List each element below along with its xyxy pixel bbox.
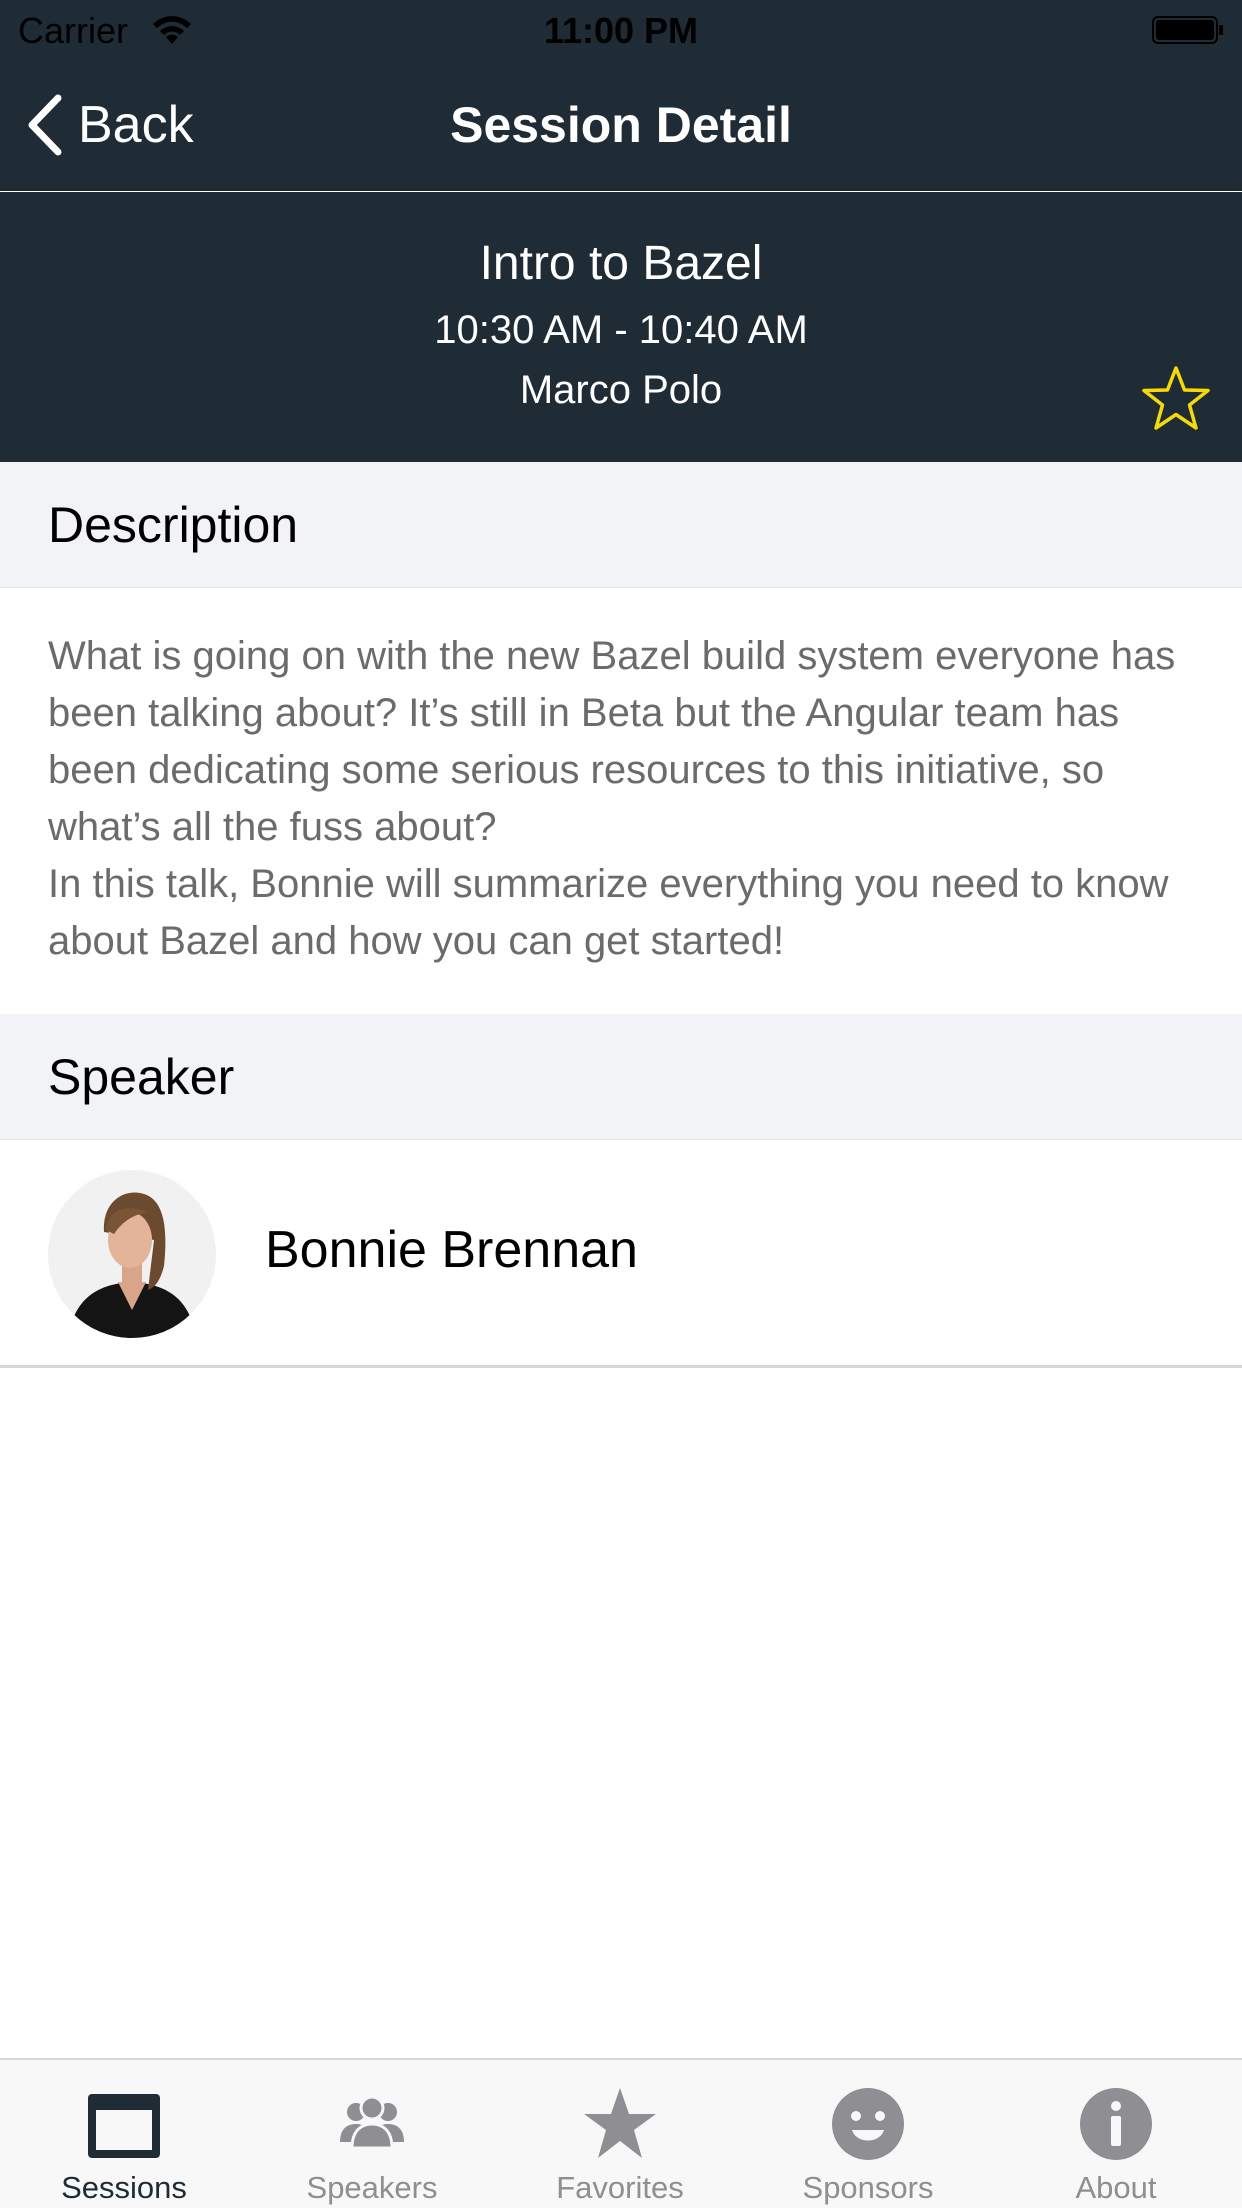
tab-label: Sessions [61,2170,187,2205]
battery-icon [1152,16,1223,44]
tab-speakers[interactable]: Speakers [248,2060,496,2208]
speaker-list-item[interactable]: Bonnie Brennan [0,1140,1242,1368]
session-title: Intro to Bazel [479,237,763,290]
people-icon [340,2095,404,2150]
session-time: 10:30 AM - 10:40 AM [434,308,808,352]
smiley-icon [832,2088,904,2160]
status-bar: Carrier 11:00 PM [0,0,1242,60]
description-header-label: Description [48,497,299,553]
tab-label: Speakers [306,2170,438,2205]
star-icon [584,2088,656,2158]
status-time: 11:00 PM [543,10,699,51]
calendar-icon [88,2094,160,2158]
description-section-header: Description [0,462,1242,588]
tab-label: Sponsors [802,2170,934,2205]
session-description: What is going on with the new Bazel buil… [48,628,1208,970]
tab-favorites[interactable]: Favorites [496,2060,744,2208]
tab-bar: Sessions Speakers Favorites Sponsors Abo… [0,2058,1242,2208]
star-outline-icon[interactable] [1140,364,1212,432]
info-icon [1080,2088,1152,2160]
description-paragraph: In this talk, Bonnie will summarize ever… [48,862,1169,963]
speaker-section-header: Speaker [0,1014,1242,1140]
session-header: Intro to Bazel 10:30 AM - 10:40 AM Marco… [0,192,1242,462]
tab-sponsors[interactable]: Sponsors [744,2060,992,2208]
avatar [48,1170,216,1338]
tab-label: Favorites [556,2170,684,2205]
speaker-name: Bonnie Brennan [265,1221,638,1279]
tab-sessions[interactable]: Sessions [0,2060,248,2208]
page-title: Session Detail [450,97,792,153]
tab-about[interactable]: About [992,2060,1240,2208]
speaker-header-label: Speaker [48,1049,235,1105]
description-paragraph: What is going on with the new Bazel buil… [48,634,1176,849]
speaker-photo [48,1170,216,1338]
tab-label: About [1075,2170,1157,2205]
session-room: Marco Polo [519,368,723,412]
navigation-bar: Back Session Detail [0,60,1242,191]
